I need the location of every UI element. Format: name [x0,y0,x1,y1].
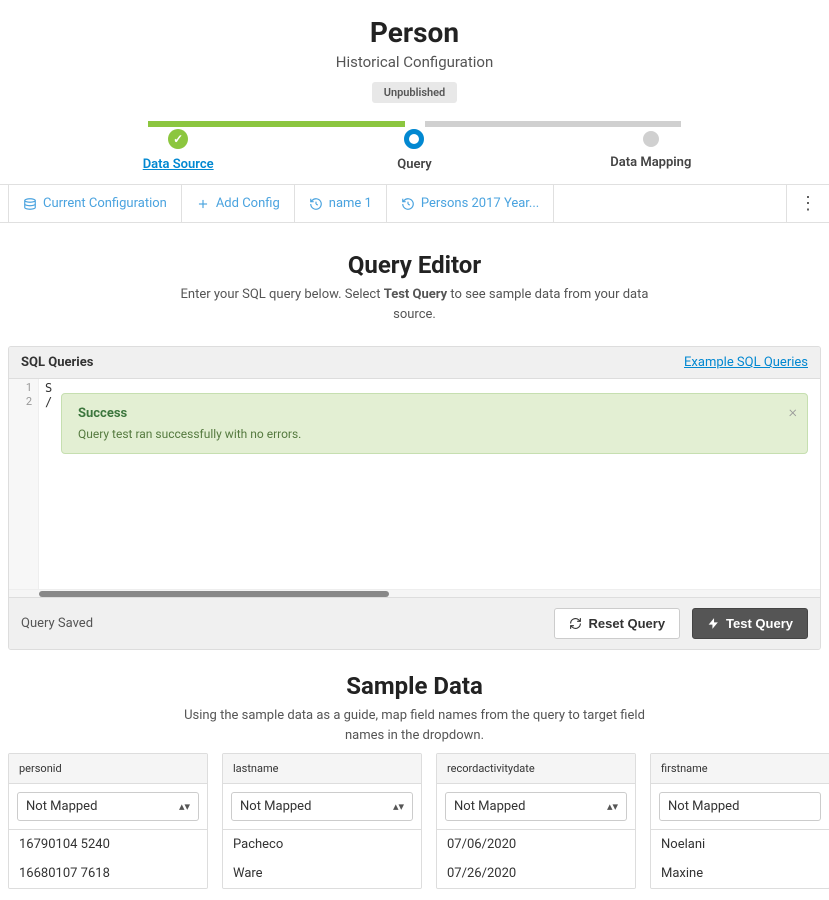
tab-current-configuration[interactable]: Current Configuration [8,185,182,222]
sample-data-title: Sample Data [0,672,829,700]
sort-icon: ▴▾ [179,801,190,812]
success-alert: Success Query test ran successfully with… [61,393,808,454]
sort-icon: ▴▾ [393,801,404,812]
table-cell: 07/26/2020 [437,859,635,888]
close-icon[interactable]: × [789,402,797,421]
column-lastname: lastname Not Mapped ▴▾ Pacheco Ware [222,753,422,889]
example-sql-link[interactable]: Example SQL Queries [684,355,808,370]
tab-label: Current Configuration [43,196,167,211]
step-label-data-mapping: Data Mapping [533,155,769,170]
scrollbar-thumb[interactable] [39,591,389,597]
stepper-line-pending [425,121,681,127]
bolt-icon [707,617,720,630]
plus-icon [196,197,210,211]
more-vertical-icon: ⋮ [799,193,817,214]
step-data-source[interactable]: Data Source [60,129,296,172]
tab-label: Persons 2017 Year... [421,196,539,211]
sort-icon: ▴▾ [607,801,618,812]
sql-editor[interactable]: 1 2 S / Success Query test ran successfu… [9,379,820,589]
step-query: Query [296,129,532,172]
test-query-button[interactable]: Test Query [692,608,808,639]
refresh-icon [569,617,582,630]
table-cell: Ware [223,859,421,888]
query-editor-desc: Enter your SQL query below. Select Test … [165,285,665,324]
column-header: recordactivitydate [437,754,635,784]
panel-title: SQL Queries [21,355,93,370]
column-firstname: firstname Not Mapped Noelani Maxine [650,753,829,889]
sample-data-desc: Using the sample data as a guide, map fi… [165,706,665,745]
query-status: Query Saved [21,616,93,631]
alert-message: Query test ran successfully with no erro… [78,427,775,441]
more-menu-button[interactable]: ⋮ [786,185,829,222]
tab-label: Add Config [216,196,280,211]
page-title: Person [0,16,829,49]
horizontal-scrollbar[interactable] [9,589,820,597]
column-recordactivitydate: recordactivitydate Not Mapped ▴▾ 07/06/2… [436,753,636,889]
tab-persons-2017[interactable]: Persons 2017 Year... [386,185,554,222]
sample-columns: personid Not Mapped ▴▾ 16790104 5240 166… [0,753,829,897]
column-header: lastname [223,754,421,784]
tab-label: name 1 [329,196,372,211]
table-cell: 16790104 5240 [9,830,207,859]
history-icon [401,197,415,211]
query-editor-title: Query Editor [0,251,829,279]
table-cell: 07/06/2020 [437,830,635,859]
mapping-select[interactable]: Not Mapped ▴▾ [445,792,627,821]
column-header: firstname [651,754,829,784]
step-label-query: Query [296,157,532,172]
alert-title: Success [78,406,775,421]
history-icon [309,197,323,211]
reset-query-button[interactable]: Reset Query [554,608,680,639]
line-gutter: 1 2 [9,379,39,589]
tab-add-config[interactable]: Add Config [181,185,295,222]
table-cell: Maxine [651,859,829,888]
circle-pending-icon [643,131,659,147]
table-cell: Noelani [651,830,829,859]
sql-queries-panel: SQL Queries Example SQL Queries 1 2 S / … [8,346,821,650]
tab-name-1[interactable]: name 1 [294,185,387,222]
column-header: personid [9,754,207,784]
stepper-line-done [148,121,404,127]
mapping-select[interactable]: Not Mapped ▴▾ [231,792,413,821]
page-subtitle: Historical Configuration [0,53,829,71]
step-label-data-source[interactable]: Data Source [60,157,296,172]
circle-active-icon [404,129,424,149]
table-cell: 16680107 7618 [9,859,207,888]
check-icon [168,129,188,149]
mapping-select[interactable]: Not Mapped [659,792,821,821]
layers-icon [23,197,37,211]
column-personid: personid Not Mapped ▴▾ 16790104 5240 166… [8,753,208,889]
mapping-select[interactable]: Not Mapped ▴▾ [17,792,199,821]
status-badge: Unpublished [372,82,458,103]
table-cell: Pacheco [223,830,421,859]
step-data-mapping[interactable]: Data Mapping [533,129,769,170]
